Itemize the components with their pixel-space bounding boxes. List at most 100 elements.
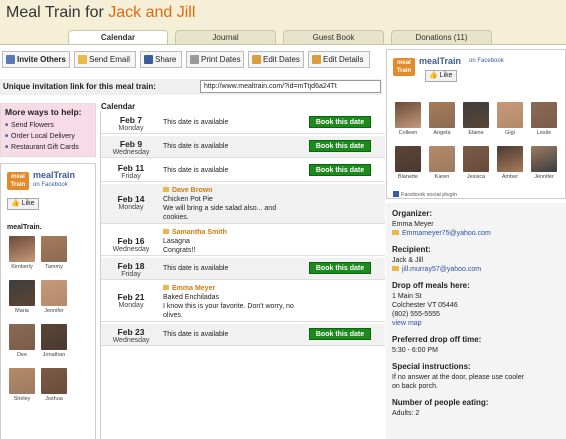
fan-avatar[interactable] <box>41 324 67 350</box>
availability-text: This date is available <box>163 331 229 338</box>
fb-like-button[interactable]: 👍 Like <box>425 70 457 82</box>
print-dates-button[interactable]: Print Dates <box>186 51 244 68</box>
tab-journal[interactable]: Journal <box>175 30 276 44</box>
invite-icon <box>6 55 15 64</box>
fan-avatar[interactable] <box>9 368 35 394</box>
fan-avatar[interactable] <box>531 102 557 128</box>
organizer-email-link[interactable]: Emmameyer75@yahoo.com <box>392 229 491 238</box>
fan-name[interactable]: Shirley <box>7 396 37 402</box>
organizer-label: Organizer: <box>392 209 433 218</box>
fan-name[interactable]: Leslie <box>529 130 559 136</box>
fan-name[interactable]: Joshua <box>39 396 69 402</box>
fb-page-sub: on Facebook <box>469 58 504 64</box>
volunteer-name[interactable]: Emma Meyer <box>163 284 313 293</box>
day-label: Wednesday <box>112 246 150 253</box>
address-line-2: Colchester VT 05446 <box>392 302 458 309</box>
book-date-button[interactable]: Book this date <box>309 140 371 152</box>
day-label: Friday <box>121 173 141 180</box>
page-title: Meal Train for Jack and Jill <box>6 4 196 21</box>
fan-avatar[interactable] <box>41 368 67 394</box>
fan-name[interactable]: Jennifer <box>39 308 69 314</box>
book-date-button[interactable]: Book this date <box>309 164 371 176</box>
edit-details-button[interactable]: Edit Details <box>308 51 370 68</box>
fan-name[interactable]: Jonathan <box>39 352 69 358</box>
volunteer-name[interactable]: Dave Brown <box>163 186 313 195</box>
fan-name[interactable]: Amber <box>495 174 525 180</box>
fan-name[interactable]: Dee <box>7 352 37 358</box>
more-ways-panel: More ways to help: Send Flowers Order Lo… <box>0 103 96 157</box>
order-delivery-link[interactable]: Order Local Delivery <box>5 131 95 142</box>
organizer-name: Emma Meyer <box>392 221 434 228</box>
book-date-button[interactable]: Book this date <box>309 262 371 274</box>
fb-page-name[interactable]: mealTrain <box>33 170 75 180</box>
invite-others-button[interactable]: Invite Others <box>2 51 70 68</box>
fan-avatar[interactable] <box>395 102 421 128</box>
volunteer-name[interactable]: Samantha Smith <box>163 228 313 237</box>
fan-avatar[interactable] <box>429 102 455 128</box>
fan-avatar[interactable] <box>395 146 421 172</box>
fb-page-name[interactable]: mealTrain <box>419 56 461 66</box>
day-label: Monday <box>118 204 144 211</box>
fan-avatar[interactable] <box>9 280 35 306</box>
fan-avatar[interactable] <box>41 236 67 262</box>
recipient-name: Jack & Jill <box>392 257 424 264</box>
edit-dates-button[interactable]: Edit Dates <box>248 51 304 68</box>
fan-name[interactable]: Colleen <box>393 130 423 136</box>
fan-avatar[interactable] <box>463 146 489 172</box>
fan-avatar[interactable] <box>531 146 557 172</box>
dropoff-label: Drop off meals here: <box>392 281 470 290</box>
tab-calendar[interactable]: Calendar <box>68 30 168 45</box>
send-flowers-link[interactable]: Send Flowers <box>5 120 95 131</box>
pencil-icon <box>252 55 261 64</box>
fan-name[interactable]: Gigi <box>495 130 525 136</box>
pencil-icon <box>312 55 321 64</box>
fan-avatar[interactable] <box>9 236 35 262</box>
people-count: Adults: 2 <box>392 410 420 417</box>
fan-name[interactable]: Tammy <box>39 264 69 270</box>
tab-guest-book[interactable]: Guest Book <box>283 30 384 44</box>
instructions-label: Special instructions: <box>392 362 471 371</box>
fan-avatar[interactable] <box>463 102 489 128</box>
email-icon <box>78 55 87 64</box>
fan-name[interactable]: Maria <box>7 308 37 314</box>
recipient-email-link[interactable]: jill.murray57@yahoo.com <box>392 265 481 274</box>
day-label: Wednesday <box>112 149 150 156</box>
book-date-button[interactable]: Book this date <box>309 116 371 128</box>
send-email-button[interactable]: Send Email <box>74 51 136 68</box>
gift-cards-link[interactable]: Restaurant Gift Cards <box>5 142 95 153</box>
fan-name[interactable]: Jennifer <box>529 174 559 180</box>
row-date: Feb 23 Wednesday <box>101 327 161 344</box>
date-label: Feb 9 <box>119 139 143 149</box>
view-map-link[interactable]: view map <box>392 319 422 328</box>
fan-name[interactable]: Karen <box>427 174 457 180</box>
dropoff-time-label: Preferred drop off time: <box>392 335 482 344</box>
fan-name[interactable]: Angela <box>427 130 457 136</box>
fb-like-button[interactable]: 👍 Like <box>7 198 39 210</box>
fan-name[interactable]: Elaine <box>461 130 491 136</box>
dropoff-time: 5:30 - 6:00 PM <box>392 347 438 354</box>
invite-link-field[interactable]: http://www.mealtrain.com/?id=mTtjd6a24Tt <box>200 80 381 93</box>
print-icon <box>190 55 199 64</box>
fan-avatar[interactable] <box>9 324 35 350</box>
fb-members-label: mealTrain. <box>7 224 42 231</box>
tab-donations[interactable]: Donations (11) <box>391 30 492 44</box>
meal-detail: I know this is your favorite. Don't worr… <box>163 303 294 310</box>
date-label: Feb 21 <box>117 292 145 302</box>
fan-avatar[interactable] <box>429 146 455 172</box>
calendar-row: Feb 18 Friday This date is available Book t… <box>101 258 385 280</box>
fan-avatar[interactable] <box>497 102 523 128</box>
fan-name[interactable]: Blanette <box>393 174 423 180</box>
main-content: Invite Others Send Email Share Print Dat… <box>0 44 566 439</box>
row-date: Feb 7 Monday <box>101 115 161 132</box>
fan-avatar[interactable] <box>497 146 523 172</box>
meal-detail: We will bring a side salad also... and <box>163 205 277 212</box>
share-button[interactable]: Share <box>140 51 182 68</box>
day-label: Friday <box>121 271 141 278</box>
fan-name[interactable]: Kimberly <box>7 264 37 270</box>
row-date: Feb 9 Wednesday <box>101 139 161 156</box>
instructions-line-2: on back porch. <box>392 383 438 390</box>
book-date-button[interactable]: Book this date <box>309 328 371 340</box>
fan-avatar[interactable] <box>41 280 67 306</box>
calendar-row: Feb 11 Friday This date is available Book t… <box>101 160 385 182</box>
fan-name[interactable]: Jessica <box>461 174 491 180</box>
